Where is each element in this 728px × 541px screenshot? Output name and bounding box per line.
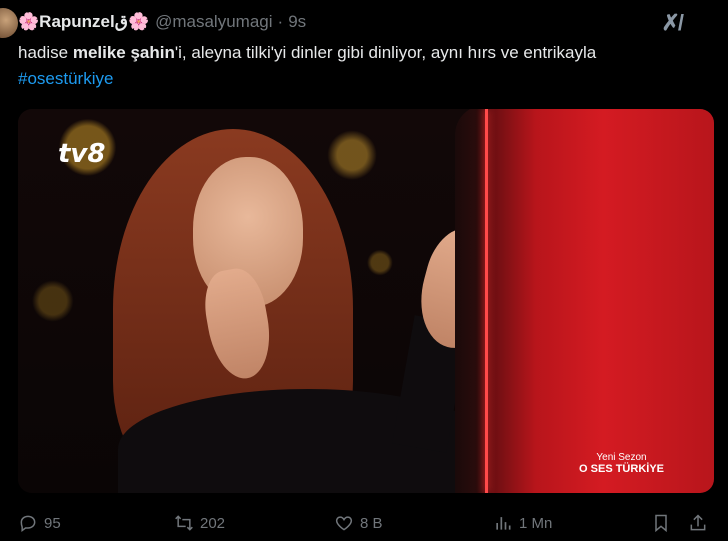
avatar[interactable] [0, 8, 18, 38]
tweet-actions: 95 202 8 B 1 Mn [18, 510, 718, 536]
views-icon [496, 517, 511, 530]
user-handle[interactable]: @masalyumagi [155, 12, 272, 32]
views-count: 1 Mn [519, 514, 553, 532]
tweet-media-video[interactable]: tv8 Yeni Sezon O SES TÜRKİYE [18, 109, 714, 493]
reply-button[interactable]: 95 [18, 513, 61, 533]
retweet-button[interactable]: 202 [174, 513, 225, 533]
hashtag-link[interactable]: #osestürkiye [18, 69, 113, 88]
reply-icon [20, 515, 36, 532]
share-button[interactable] [688, 513, 708, 533]
reply-count: 95 [44, 514, 61, 532]
timestamp[interactable]: 9s [288, 12, 306, 32]
caption-main: O SES TÜRKİYE [579, 463, 664, 475]
bookmark-button[interactable] [651, 513, 671, 533]
tweet-text: hadise melike şahin'i, aleyna tilki'yi d… [18, 40, 658, 92]
like-icon [335, 516, 353, 531]
grok-icon[interactable]: ✗/ [661, 10, 684, 36]
like-count: 8 B [360, 514, 383, 532]
retweet-count: 202 [200, 514, 226, 532]
retweet-icon [175, 515, 193, 531]
channel-logo: tv8 [58, 139, 106, 169]
show-caption: Yeni Sezon O SES TÜRKİYE [579, 452, 664, 475]
display-name[interactable]: 🌸Rapunzelق🌸 [18, 12, 149, 32]
mention-text: melike şahin [72, 43, 175, 62]
tweet-header: 🌸Rapunzelق🌸 @masalyumagi · 9s [18, 10, 306, 34]
share-icon [690, 514, 706, 531]
like-button[interactable]: 8 B [334, 513, 383, 533]
tweet-text-middle: 'i, aleyna tilki'yi dinler gibi dinliyor… [174, 43, 597, 62]
separator-dot: · [277, 12, 284, 31]
views-button[interactable]: 1 Mn [493, 513, 552, 533]
tweet-text-start: hadise [18, 43, 73, 62]
red-chair [455, 109, 714, 493]
chair-edge-light [485, 109, 488, 493]
caption-sub: Yeni Sezon [596, 452, 647, 463]
bookmark-icon [655, 514, 667, 533]
